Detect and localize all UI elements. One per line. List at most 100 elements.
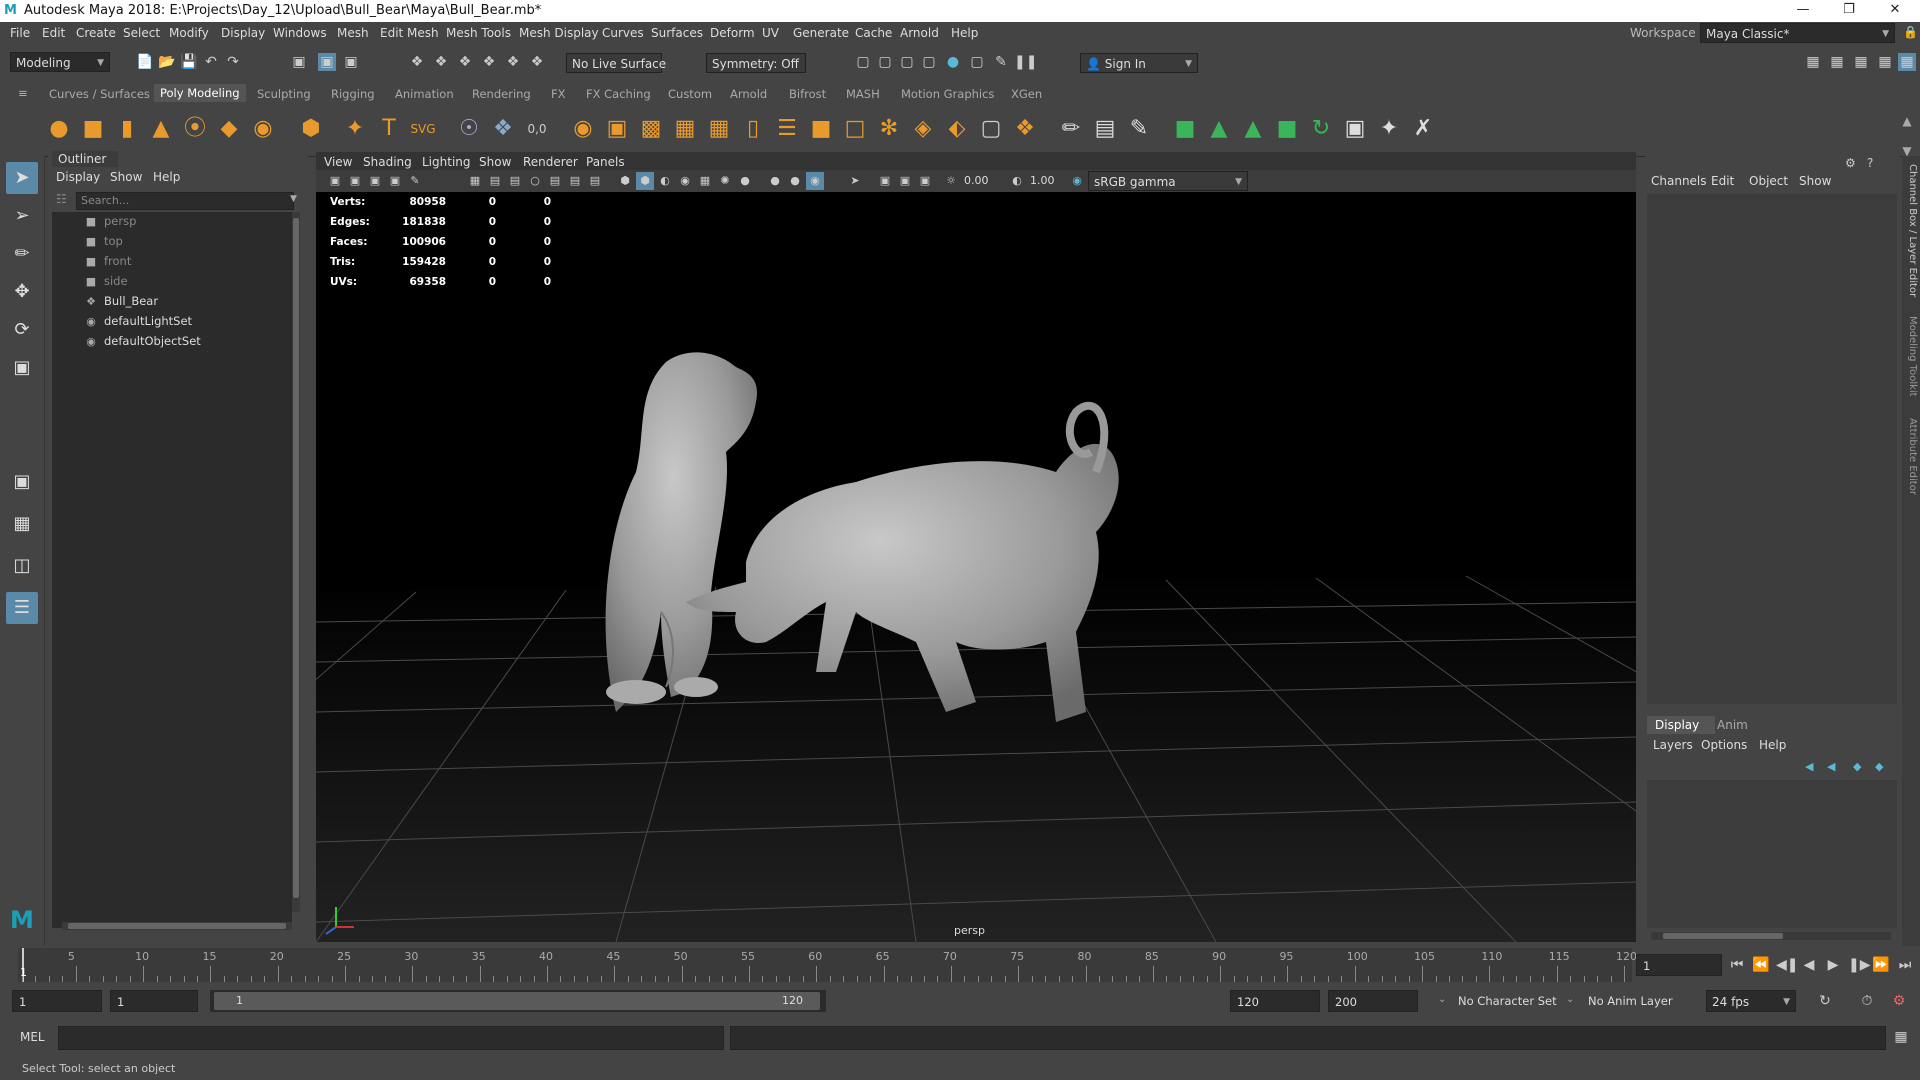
auto-map-icon[interactable]: ■ — [1272, 114, 1302, 144]
target-weld-icon[interactable]: ✻ — [874, 114, 904, 144]
layer-menu-help[interactable]: Help — [1759, 738, 1786, 752]
range-slider-bar[interactable]: 1 120 — [210, 990, 826, 1012]
viewport-canvas[interactable]: Verts: 80958 0 0 Edges: 181838 0 0 Faces… — [316, 192, 1636, 942]
range-slider-handle[interactable] — [214, 992, 820, 1010]
layer-editor-icon[interactable]: ▦ — [1898, 53, 1916, 71]
safe-title-icon[interactable]: ▤ — [586, 172, 604, 190]
script-editor-icon[interactable]: ▦ — [1892, 1028, 1910, 1046]
menu-display[interactable]: Display — [221, 26, 265, 40]
viewport-menu-shading[interactable]: Shading — [363, 155, 412, 169]
multisample-aa-icon[interactable]: ● — [786, 172, 804, 190]
command-language-label[interactable]: MEL — [20, 1030, 45, 1044]
open-scene-icon[interactable]: 📂 — [158, 53, 176, 71]
step-forward-frame-icon[interactable]: ⏩ — [1872, 956, 1890, 974]
channel-box-menu-object[interactable]: Object — [1749, 174, 1788, 188]
xray-components-icon[interactable]: ▣ — [916, 172, 934, 190]
chevron-down-icon[interactable]: ⌄ — [1438, 994, 1446, 1005]
sew-uv-icon[interactable]: ✗ — [1408, 114, 1438, 144]
poly-cone-icon[interactable]: ▲ — [146, 114, 176, 144]
character-set-label[interactable]: No Character Set — [1458, 994, 1557, 1008]
filter-icon[interactable]: ☷ — [56, 192, 67, 206]
quad-draw-icon[interactable]: ⬖ — [942, 114, 972, 144]
gamma-field[interactable]: 1.00 — [1030, 172, 1070, 190]
poly-cylinder-icon[interactable]: ▮ — [112, 114, 142, 144]
motion-blur-icon[interactable]: ● — [766, 172, 784, 190]
make-live-icon[interactable]: ▢ — [976, 114, 1006, 144]
insert-edge-loop-icon[interactable]: ■ — [806, 114, 836, 144]
shelf-menu-icon[interactable]: ≡ — [18, 86, 28, 100]
paint-select-tool-icon[interactable]: ✏ — [6, 238, 38, 270]
outliner-scrollbar[interactable] — [292, 212, 300, 912]
paint-weights-icon[interactable]: ✏ — [1056, 114, 1086, 144]
menu-deform[interactable]: Deform — [710, 26, 755, 40]
tab-custom[interactable]: Custom — [668, 87, 712, 101]
step-back-key-icon[interactable]: ◀❚ — [1776, 956, 1799, 974]
outliner-layout-icon[interactable]: ☰ — [6, 592, 38, 624]
play-backwards-icon[interactable]: ◀ — [1800, 956, 1818, 974]
move-tool-icon[interactable]: ✥ — [6, 276, 38, 308]
connect-icon[interactable]: ◈ — [908, 114, 938, 144]
sculpt-icon[interactable]: ✎ — [1124, 114, 1154, 144]
attribute-editor-icon[interactable]: ▦ — [1828, 53, 1846, 71]
snap-point-icon[interactable]: ❖ — [456, 53, 474, 71]
tab-mash[interactable]: MASH — [846, 87, 880, 101]
menu-arnold[interactable]: Arnold — [900, 26, 939, 40]
exposure-field[interactable]: 0.00 — [964, 172, 1004, 190]
field-chart-icon[interactable]: ▤ — [546, 172, 564, 190]
gamma-icon[interactable]: ◐ — [1008, 172, 1026, 190]
render-setup-icon[interactable]: ✎ — [992, 53, 1010, 71]
new-layer-icon[interactable]: ◆ — [1853, 760, 1861, 773]
tab-xgen[interactable]: XGen — [1011, 87, 1042, 101]
tab-animation[interactable]: Animation — [395, 87, 454, 101]
super-shape-icon[interactable]: ✦ — [340, 114, 370, 144]
2d-pan-zoom-icon[interactable]: ✎ — [406, 172, 424, 190]
use-all-lights-icon[interactable]: ▦ — [696, 172, 714, 190]
resolution-gate-icon[interactable]: ▤ — [506, 172, 524, 190]
select-hierarchy-icon[interactable]: ▣ — [290, 53, 308, 71]
poly-plane-icon[interactable]: ◆ — [214, 114, 244, 144]
select-component-icon[interactable]: ▣ — [342, 53, 360, 71]
channel-box-help-icon[interactable]: ? — [1867, 156, 1873, 170]
cut-uv-icon[interactable]: ↻ — [1306, 114, 1336, 144]
tab-modeling-toolkit[interactable]: Modeling Toolkit — [1904, 316, 1918, 406]
menu-uv[interactable]: UV — [762, 26, 779, 40]
menu-help[interactable]: Help — [951, 26, 978, 40]
animation-start-field[interactable]: 1 — [12, 990, 102, 1012]
menu-create[interactable]: Create — [76, 26, 116, 40]
append-icon[interactable]: ▦ — [704, 114, 734, 144]
list-item[interactable]: ■ side — [84, 272, 128, 290]
tab-rendering[interactable]: Rendering — [472, 87, 531, 101]
maximize-button[interactable]: ❐ — [1826, 0, 1872, 22]
menu-set-dropdown[interactable]: Modeling ▼ — [10, 52, 110, 72]
render-sequence-icon[interactable]: ▢ — [876, 53, 894, 71]
snap-curve-icon[interactable]: ❖ — [432, 53, 450, 71]
smooth-shade-icon[interactable]: ⬢ — [636, 172, 654, 190]
tab-curves-surfaces[interactable]: Curves / Surfaces — [49, 87, 150, 101]
wireframe-icon[interactable]: ⬢ — [616, 172, 634, 190]
cylindrical-map-icon[interactable]: ▲ — [1204, 114, 1234, 144]
tab-sculpting[interactable]: Sculpting — [257, 87, 311, 101]
animation-preferences-icon[interactable]: ⚙ — [1890, 992, 1908, 1010]
menu-mesh-display[interactable]: Mesh Display — [519, 26, 599, 40]
extrude-icon[interactable]: ▣ — [602, 114, 632, 144]
platonic-solid-icon[interactable]: ⬢ — [296, 114, 326, 144]
outliner-search-input[interactable]: Search... — [76, 192, 294, 210]
redo-icon[interactable]: ↷ — [224, 53, 242, 71]
multi-cut-icon[interactable]: □ — [840, 114, 870, 144]
sign-in-button[interactable]: 👤 Sign In ▼ — [1080, 53, 1198, 73]
four-view-layout-icon[interactable]: ▦ — [6, 508, 38, 540]
menu-edit-mesh[interactable]: Edit Mesh — [380, 26, 439, 40]
camera-select-icon[interactable]: ▣ — [326, 172, 344, 190]
tab-motion-graphics[interactable]: Motion Graphics — [901, 87, 994, 101]
list-item[interactable]: ◉ defaultLightSet — [84, 312, 192, 330]
new-layer-selected-icon[interactable]: ◆ — [1875, 760, 1883, 773]
scale-tool-icon[interactable]: ▣ — [6, 352, 38, 384]
menu-modify[interactable]: Modify — [169, 26, 209, 40]
grid-icon[interactable]: ▦ — [466, 172, 484, 190]
bridge-icon[interactable]: ▩ — [636, 114, 666, 144]
isolate-select-icon[interactable]: ➤ — [846, 172, 864, 190]
chevron-down-icon[interactable]: ▼ — [290, 194, 297, 204]
merge-icon[interactable]: ☰ — [772, 114, 802, 144]
tab-bifrost[interactable]: Bifrost — [789, 87, 826, 101]
tab-attribute-editor[interactable]: Attribute Editor — [1904, 418, 1918, 508]
